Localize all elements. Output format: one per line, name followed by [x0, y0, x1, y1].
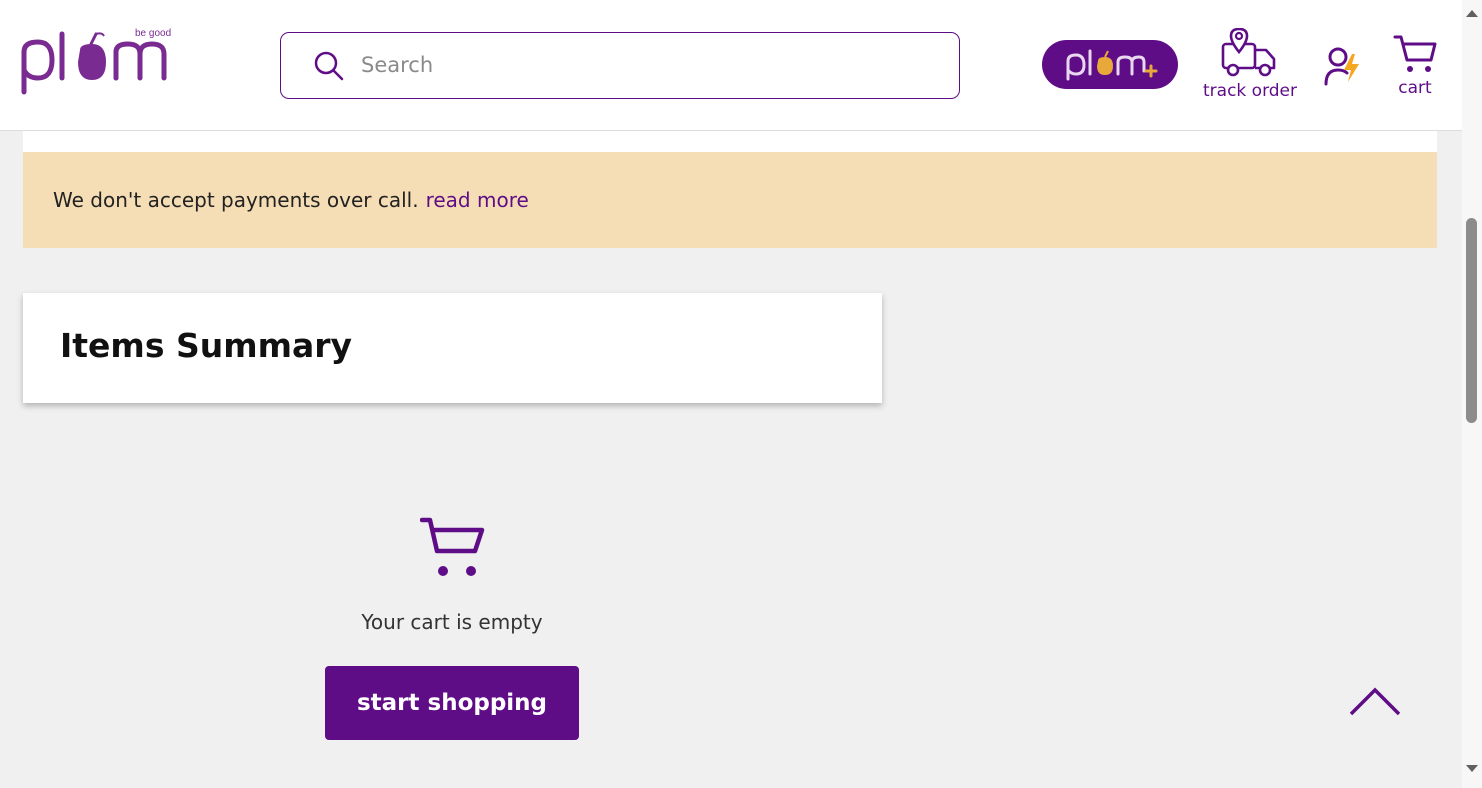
empty-cart-icon: [420, 517, 485, 576]
search-icon[interactable]: [313, 50, 345, 82]
read-more-link[interactable]: read more: [426, 188, 529, 212]
cart-link[interactable]: cart: [1390, 32, 1440, 98]
search-input[interactable]: [361, 47, 921, 83]
scrollbar-thumb[interactable]: [1466, 218, 1477, 423]
track-order-link[interactable]: track order: [1200, 28, 1300, 103]
payment-notice-banner: We don't accept payments over call. read…: [23, 152, 1437, 248]
scroll-down-arrow[interactable]: [1466, 765, 1478, 772]
chevron-up-icon[interactable]: [1348, 686, 1402, 718]
items-summary-title: Items Summary: [60, 326, 353, 365]
plum-plus-button[interactable]: [1042, 40, 1178, 89]
items-summary-card: Items Summary: [23, 293, 882, 403]
site-header: be good track order: [0, 0, 1462, 131]
search-bar[interactable]: [280, 32, 960, 99]
header-spacer: [23, 131, 1437, 153]
start-shopping-button[interactable]: start shopping: [325, 666, 579, 740]
track-order-label: track order: [1203, 81, 1297, 101]
empty-cart-message: Your cart is empty: [361, 610, 543, 634]
cart-label: cart: [1398, 78, 1432, 98]
logo-tagline: be good: [135, 28, 172, 39]
cart-icon: [1393, 35, 1437, 72]
scroll-up-arrow[interactable]: [1466, 10, 1478, 17]
truck-location-icon: [1221, 28, 1276, 77]
user-lightning-icon[interactable]: [1322, 44, 1364, 86]
notice-text: We don't accept payments over call.: [53, 188, 419, 212]
page-scrollbar[interactable]: [1462, 0, 1482, 788]
